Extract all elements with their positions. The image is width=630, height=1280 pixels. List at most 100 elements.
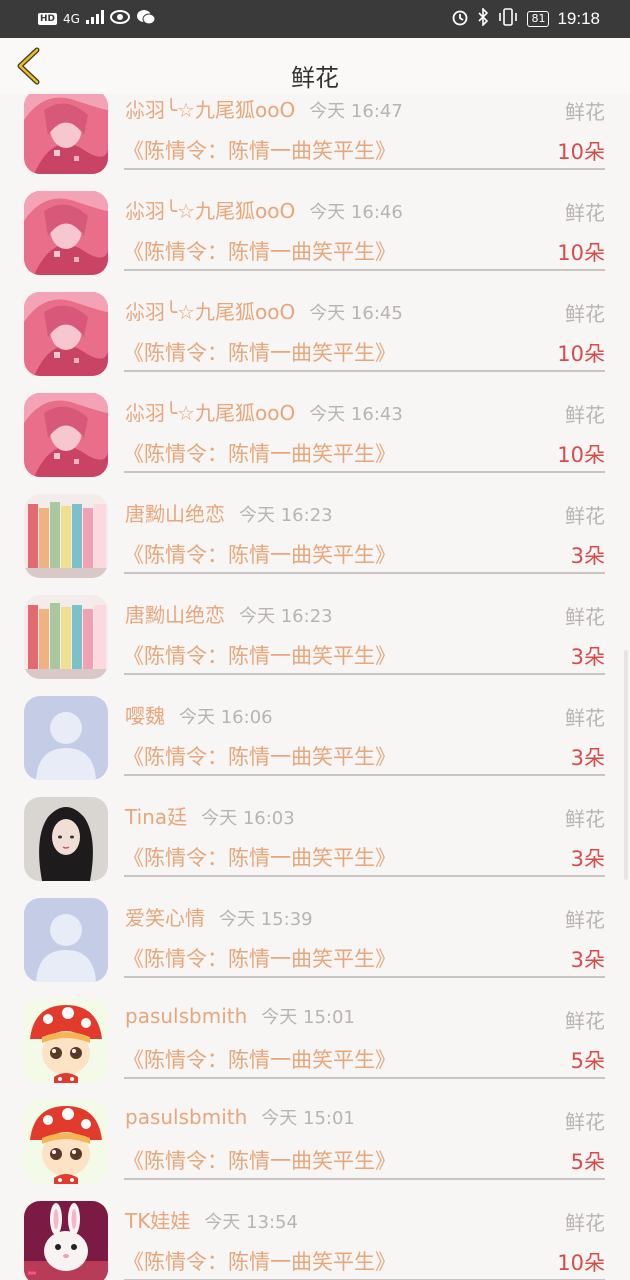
- book-title[interactable]: 《陈情令：陈情一曲笑平生》: [123, 741, 396, 771]
- user-name[interactable]: 爱笑心情: [125, 906, 205, 930]
- timestamp: 今天 16:46: [309, 202, 403, 223]
- gift-count: 3朵: [570, 544, 605, 568]
- book-title[interactable]: 《陈情令：陈情一曲笑平生》: [123, 1246, 396, 1276]
- user-name-row: Tina廷 今天 16:03: [125, 801, 295, 830]
- gift-type: 鲜花: [565, 706, 605, 730]
- timestamp: 今天 16:43: [309, 404, 403, 425]
- user-name-row: TK娃娃 今天 13:54: [125, 1205, 298, 1234]
- signal-icon: [85, 10, 104, 27]
- divider: [124, 875, 605, 877]
- gift-type: 鲜花: [565, 1211, 605, 1235]
- gift-list-item[interactable]: TK娃娃 今天 13:54 鲜花《陈情令：陈情一曲笑平生》 10朵: [0, 1194, 630, 1280]
- book-title[interactable]: 《陈情令：陈情一曲笑平生》: [123, 135, 396, 165]
- user-name-row: pasulsbmith 今天 15:01: [125, 1104, 355, 1130]
- gift-type: 鲜花: [565, 201, 605, 225]
- bluetooth-icon: [477, 7, 489, 30]
- gift-list-item[interactable]: pasulsbmith 今天 15:01 鲜花 《陈情令：陈情一曲笑平生》 5朵: [0, 1093, 630, 1194]
- timestamp: 今天 15:01: [261, 1108, 355, 1129]
- book-title[interactable]: 《陈情令：陈情一曲笑平生》: [123, 236, 396, 266]
- user-name[interactable]: 尛羽╰☆九尾狐ooO: [125, 401, 295, 425]
- wechat-icon: [136, 9, 156, 28]
- divider: [124, 1178, 605, 1180]
- avatar[interactable]: [24, 696, 108, 780]
- avatar[interactable]: [24, 494, 108, 578]
- gift-type: 鲜花: [565, 605, 605, 629]
- divider: [124, 572, 605, 574]
- timestamp: 今天 15:01: [261, 1007, 355, 1028]
- gift-list-item[interactable]: 尛羽╰☆九尾狐ooO 今天 16:43 鲜花 《陈情令：陈情一曲笑平生》 10朵: [0, 386, 630, 487]
- gift-list-item[interactable]: 尛羽╰☆九尾狐ooO 今天 16:47 鲜花 《陈情令：陈情一曲笑平生》 10朵: [0, 94, 630, 184]
- timestamp: 今天 15:39: [219, 909, 313, 930]
- vibrate-icon: [497, 8, 519, 30]
- avatar[interactable]: [24, 94, 108, 174]
- divider: [124, 471, 605, 473]
- book-title[interactable]: 《陈情令：陈情一曲笑平生》: [123, 1145, 396, 1175]
- avatar[interactable]: [24, 1100, 108, 1184]
- gift-type: 鲜花: [565, 1110, 605, 1134]
- user-name-row: 唐黝山绝恋 今天 16:23: [125, 498, 333, 527]
- divider: [124, 673, 605, 675]
- book-title[interactable]: 《陈情令：陈情一曲笑平生》: [123, 539, 396, 569]
- user-name[interactable]: 尛羽╰☆九尾狐ooO: [125, 300, 295, 324]
- user-name-row: 尛羽╰☆九尾狐ooO 今天 16:47: [125, 94, 403, 123]
- gift-count: 5朵: [570, 1049, 605, 1073]
- gift-list-item[interactable]: 尛羽╰☆九尾狐ooO 今天 16:45 鲜花 《陈情令：陈情一曲笑平生》 10朵: [0, 285, 630, 386]
- user-name[interactable]: Tina廷: [125, 805, 187, 829]
- avatar[interactable]: [24, 191, 108, 275]
- avatar[interactable]: [24, 999, 108, 1083]
- book-title[interactable]: 《陈情令：陈情一曲笑平生》: [123, 842, 396, 872]
- user-name[interactable]: 唐黝山绝恋: [125, 502, 225, 526]
- user-name[interactable]: 尛羽╰☆九尾狐ooO: [125, 199, 295, 223]
- gift-count: 3朵: [570, 948, 605, 972]
- divider: [124, 774, 605, 776]
- avatar[interactable]: [24, 595, 108, 679]
- divider: [124, 370, 605, 372]
- timestamp: 今天 16:45: [309, 303, 403, 324]
- book-title[interactable]: 《陈情令：陈情一曲笑平生》: [123, 943, 396, 973]
- scrollbar[interactable]: [624, 650, 628, 880]
- header: 鲜花: [0, 38, 630, 94]
- user-name-row: 尛羽╰☆九尾狐ooO 今天 16:43: [125, 397, 403, 426]
- avatar[interactable]: [24, 797, 108, 881]
- status-right: 81 19:18: [451, 7, 600, 30]
- book-title[interactable]: 《陈情令：陈情一曲笑平生》: [123, 337, 396, 367]
- gift-list-item[interactable]: 爱笑心情 今天 15:39 鲜花 《陈情令：陈情一曲笑平生》 3朵: [0, 891, 630, 992]
- battery-indicator: 81: [527, 11, 550, 27]
- timestamp: 今天 16:06: [179, 707, 273, 728]
- timestamp: 今天 16:03: [201, 808, 295, 829]
- gift-list-item[interactable]: 唐黝山绝恋 今天 16:23 鲜花 《陈情令：陈情一曲笑平生》 3朵: [0, 487, 630, 588]
- status-bar: HD 4G 81 19:18: [0, 0, 630, 38]
- book-title[interactable]: 《陈情令：陈情一曲笑平生》: [123, 640, 396, 670]
- user-name[interactable]: 尛羽╰☆九尾狐ooO: [125, 98, 295, 122]
- avatar[interactable]: [24, 898, 108, 982]
- divider: [124, 1077, 605, 1079]
- gift-count: 10朵: [557, 1251, 605, 1275]
- gift-list-item[interactable]: 唐黝山绝恋 今天 16:23 鲜花 《陈情令：陈情一曲笑平生》 3朵: [0, 588, 630, 689]
- timestamp: 今天 16:47: [309, 101, 403, 122]
- user-name-row: 尛羽╰☆九尾狐ooO 今天 16:46: [125, 195, 403, 224]
- book-title[interactable]: 《陈情令：陈情一曲笑平生》: [123, 1044, 396, 1074]
- status-left: HD 4G: [38, 9, 156, 28]
- gift-list[interactable]: 尛羽╰☆九尾狐ooO 今天 16:47 鲜花 《陈情令：陈情一曲笑平生》 10朵 尛羽╰☆…: [0, 94, 630, 1280]
- gift-list-item[interactable]: 嘤魏 今天 16:06 鲜花《陈情令：陈情一曲笑平生》 3朵: [0, 689, 630, 790]
- gift-list-item[interactable]: pasulsbmith 今天 15:01 鲜花《陈情令：陈情一曲笑平生》 5朵: [0, 992, 630, 1093]
- user-name-row: 爱笑心情 今天 15:39: [125, 902, 313, 931]
- page-title: 鲜花: [291, 64, 339, 92]
- user-name[interactable]: pasulsbmith: [125, 1105, 247, 1129]
- user-name[interactable]: 嘤魏: [125, 704, 165, 728]
- network-label: 4G: [63, 11, 80, 26]
- avatar[interactable]: [24, 1201, 108, 1280]
- book-title[interactable]: 《陈情令：陈情一曲笑平生》: [123, 438, 396, 468]
- user-name[interactable]: 唐黝山绝恋: [125, 603, 225, 627]
- gift-list-item[interactable]: Tina廷 今天 16:03 鲜花 《陈情令：陈情一曲笑平生》 3朵: [0, 790, 630, 891]
- eye-icon: [109, 10, 130, 27]
- gift-type: 鲜花: [565, 1009, 605, 1033]
- divider: [124, 976, 605, 978]
- user-name[interactable]: pasulsbmith: [125, 1004, 247, 1028]
- avatar[interactable]: [24, 393, 108, 477]
- gift-list-item[interactable]: 尛羽╰☆九尾狐ooO 今天 16:46 鲜花 《陈情令：陈情一曲笑平生》 10朵: [0, 184, 630, 285]
- divider: [124, 269, 605, 271]
- user-name[interactable]: TK娃娃: [125, 1209, 190, 1233]
- gift-count: 3朵: [570, 746, 605, 770]
- avatar[interactable]: [24, 292, 108, 376]
